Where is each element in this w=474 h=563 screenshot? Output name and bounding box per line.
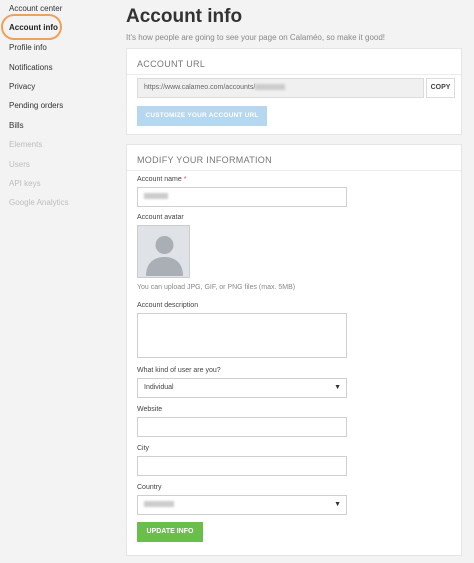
sidebar-item-elements: Elements	[9, 140, 43, 149]
divider	[127, 74, 461, 75]
account-url-text: https://www.calameo.com/accounts/	[144, 84, 256, 91]
account-url-panel: ACCOUNT URL https://www.calameo.com/acco…	[126, 48, 462, 135]
blurred-username	[255, 84, 286, 91]
sidebar-item-notifications[interactable]: Notifications	[9, 63, 53, 72]
main-content: Account info It's how people are going t…	[112, 0, 474, 563]
user-kind-label: What kind of user are you?	[137, 367, 221, 374]
country-label: Country	[137, 484, 162, 491]
customize-url-button[interactable]: CUSTOMIZE YOUR ACCOUNT URL	[137, 106, 267, 126]
account-avatar-label: Account avatar	[137, 214, 184, 221]
required-mark: *	[183, 176, 187, 183]
modify-info-heading: MODIFY YOUR INFORMATION	[137, 155, 272, 165]
account-description-label: Account description	[137, 302, 199, 309]
chevron-down-icon: ▼	[334, 501, 341, 508]
city-label: City	[137, 445, 150, 452]
page-title: Account info	[126, 6, 243, 27]
sidebar-item-profile-info[interactable]: Profile info	[9, 43, 47, 52]
sidebar-item-bills[interactable]: Bills	[9, 121, 24, 130]
sidebar-item-privacy[interactable]: Privacy	[9, 82, 35, 91]
user-kind-select[interactable]: Individual ▼	[137, 378, 347, 398]
account-url-field[interactable]: https://www.calameo.com/accounts/	[137, 78, 424, 98]
update-info-button[interactable]: UPDATE INFO	[137, 522, 203, 542]
modify-info-panel: MODIFY YOUR INFORMATION Account name * A…	[126, 144, 462, 556]
country-select[interactable]: ▼	[137, 495, 347, 515]
user-kind-value: Individual	[144, 384, 174, 391]
divider	[127, 170, 461, 171]
avatar[interactable]	[137, 225, 190, 278]
avatar-help-text: You can upload JPG, GIF, or PNG files (m…	[137, 284, 296, 291]
copy-button[interactable]: COPY	[426, 78, 455, 98]
chevron-down-icon: ▼	[334, 384, 341, 391]
sidebar: Account center Account info Profile info…	[0, 0, 112, 563]
sidebar-item-pending-orders[interactable]: Pending orders	[9, 101, 63, 110]
sidebar-item-google-analytics: Google Analytics	[9, 198, 69, 207]
sidebar-item-account-center[interactable]: Account center	[9, 4, 62, 13]
city-input[interactable]	[137, 456, 347, 476]
account-name-input[interactable]	[137, 187, 347, 207]
blurred-account-name	[144, 193, 168, 200]
sidebar-item-api-keys: API keys	[9, 179, 41, 188]
website-label: Website	[137, 406, 163, 413]
default-avatar-icon	[146, 236, 183, 276]
sidebar-item-users: Users	[9, 160, 30, 169]
blurred-country	[144, 501, 174, 508]
account-name-label: Account name *	[137, 176, 187, 183]
sidebar-item-account-info[interactable]: Account info	[9, 23, 58, 32]
account-description-textarea[interactable]	[137, 313, 347, 358]
website-input[interactable]	[137, 417, 347, 437]
page-subtitle: It's how people are going to see your pa…	[126, 33, 386, 42]
account-url-heading: ACCOUNT URL	[137, 59, 206, 69]
